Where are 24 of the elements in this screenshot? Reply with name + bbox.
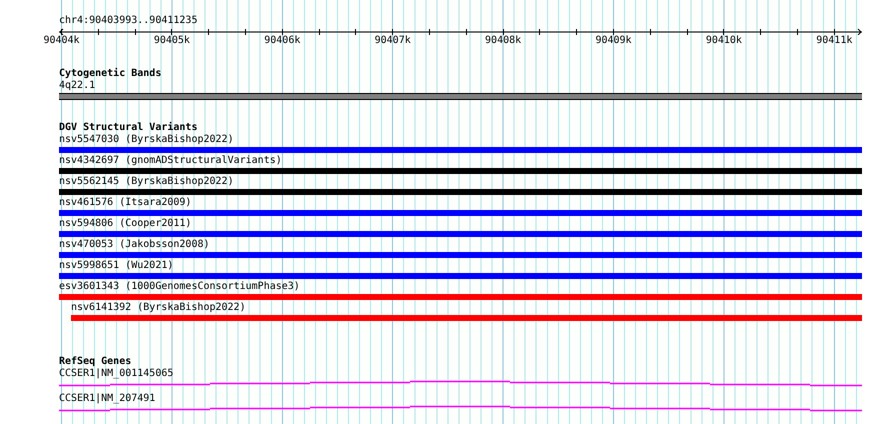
variant-label: nsv470053 (Jakobsson2008)	[59, 239, 210, 251]
gene-label: CCSER1|NM_001145065	[59, 368, 174, 380]
variant-label: esv3601343 (1000GenomesConsortiumPhase3)	[59, 281, 300, 293]
variant-label: nsv5562145 (ByrskaBishop2022)	[59, 176, 234, 188]
axis-tick-label: 90408k	[485, 35, 522, 47]
axis-tick-label: 90409k	[595, 35, 632, 47]
variant-label: nsv6141392 (ByrskaBishop2022)	[71, 302, 246, 314]
axis-tick-label: 90406k	[264, 35, 300, 47]
axis-tick-label: 90410k	[706, 35, 742, 47]
gene-label: CCSER1|NM_207491	[59, 393, 156, 405]
track-title: DGV Structural Variants	[59, 122, 198, 134]
variant-label: nsv5998651 (Wu2021)	[59, 260, 174, 272]
axis-tick-label: 90411k	[816, 35, 852, 47]
variant-label: nsv461576 (Itsara2009)	[59, 197, 192, 209]
track-title: Cytogenetic Bands	[59, 68, 162, 80]
band-label: 4q22.1	[59, 80, 96, 92]
axis-tick-label: 90405k	[154, 35, 190, 47]
variant-label: nsv594806 (Cooper2011)	[59, 218, 192, 230]
variant-label: nsv4342697 (gnomADStructuralVariants)	[59, 155, 282, 167]
axis-tick-label: 90404k	[43, 35, 80, 47]
variant-label: nsv5547030 (ByrskaBishop2022)	[59, 134, 234, 146]
region-label: chr4:90403993..90411235	[59, 15, 198, 27]
axis-tick-label: 90407k	[374, 35, 411, 47]
track-title: RefSeq Genes	[59, 356, 132, 368]
